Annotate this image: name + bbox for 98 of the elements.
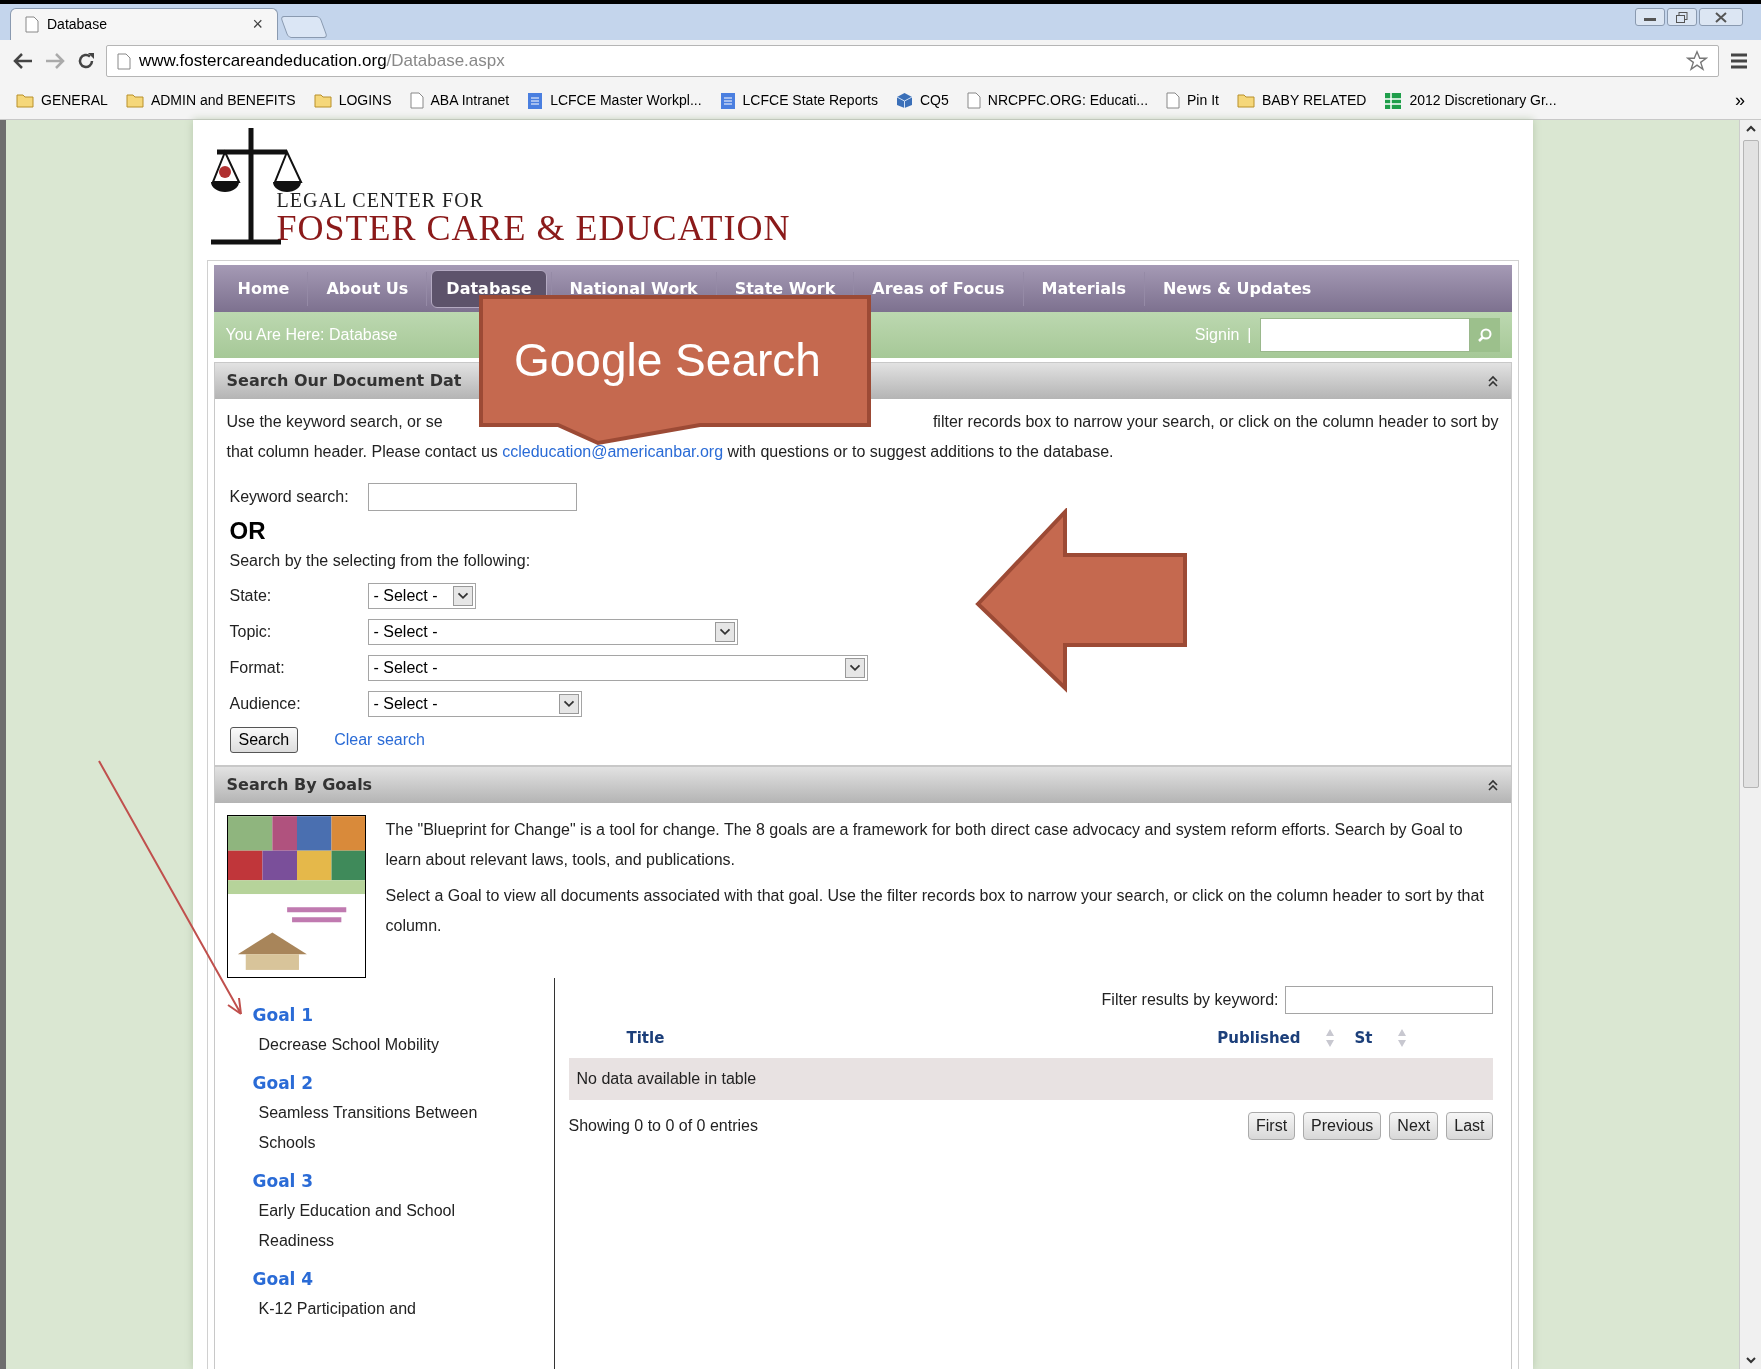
close-tab-button[interactable]: ×: [252, 11, 263, 38]
empty-table-text: No data available in table: [576, 1069, 757, 1089]
page-icon: [25, 16, 39, 33]
page-icon: [1166, 92, 1181, 109]
browser-tab[interactable]: Database ×: [10, 8, 278, 40]
document-icon: [527, 91, 544, 110]
reload-icon[interactable]: [76, 51, 96, 71]
bookmark[interactable]: LCFCE State Reports: [719, 90, 878, 111]
goal-link[interactable]: Goal 1: [252, 1000, 554, 1030]
bookmark[interactable]: ADMIN and BENEFITS: [125, 90, 296, 111]
goal-link[interactable]: Goal 3: [252, 1166, 554, 1196]
field-label: Topic:: [229, 622, 273, 642]
folder-icon: [16, 93, 34, 108]
field-label: Format:: [229, 658, 286, 678]
column-header[interactable]: Published: [1217, 1026, 1301, 1050]
contact-text: that column header. Please contact us ccleducation@americanbar.org with questions or to suggest additions to the database.: [226, 442, 1115, 462]
table-info-text: Showing 0 to 0 of 0 entries: [568, 1116, 758, 1136]
description-text: Select a Goal to view all documents associated with that goal. Use the filter records box to narrow your search, or click on the column header to sort by that column.: [385, 886, 1485, 936]
column-header[interactable]: Title: [626, 1026, 665, 1050]
dropdown[interactable]: - Select -: [367, 619, 738, 645]
separator-text: |: [1247, 325, 1252, 345]
dropdown[interactable]: - Select -: [367, 583, 476, 609]
collapse-icon[interactable]: [1486, 374, 1499, 388]
intro-text: Use the keyword search, or se: [226, 412, 443, 432]
nav-tab[interactable]: About Us: [312, 269, 423, 308]
logo-subtitle: LEGAL CENTER FOR: [276, 190, 485, 210]
collapse-icon[interactable]: [1486, 778, 1499, 792]
section-title: Search By Goals: [226, 774, 373, 796]
breadcrumb-text: You Are Here: Database: [225, 325, 398, 345]
close-icon: [1715, 11, 1727, 23]
goal-description: Decrease School Mobility: [258, 1035, 441, 1055]
goal-link[interactable]: Goal 4: [252, 1264, 554, 1294]
folder-icon: [125, 93, 144, 108]
bookmark[interactable]: LCFCE Master Workpl...: [527, 90, 702, 111]
nav-tab[interactable]: News & Updates: [1148, 269, 1326, 308]
filter-field[interactable]: [1284, 986, 1493, 1014]
field-label: Audience:: [229, 694, 302, 714]
folder-icon: [313, 93, 332, 108]
document-icon: [719, 91, 736, 110]
tab-title: Database: [47, 15, 108, 34]
star-icon[interactable]: [1686, 50, 1708, 72]
column-header[interactable]: St: [1354, 1026, 1373, 1050]
callout-text: Google Search: [514, 334, 821, 386]
search-button[interactable]: Search: [229, 727, 299, 753]
bookmark[interactable]: CQ5: [895, 90, 949, 111]
folder-icon: [1236, 93, 1255, 108]
chevron-down-icon[interactable]: [452, 586, 473, 606]
close-window-button[interactable]: [1699, 8, 1743, 26]
goal-link[interactable]: Goal 2: [252, 1068, 554, 1098]
scrollbar[interactable]: [1739, 120, 1761, 1369]
cube-icon: [895, 92, 913, 109]
pager-button[interactable]: Next: [1389, 1112, 1439, 1140]
site-search-field[interactable]: [1259, 318, 1470, 352]
pager-button[interactable]: Last: [1446, 1112, 1493, 1140]
clear-search-link[interactable]: Clear search: [334, 728, 425, 752]
page-icon: [966, 92, 981, 109]
search-icon: [1476, 327, 1493, 343]
chevron-down-icon[interactable]: [558, 694, 579, 714]
site-logo[interactable]: LEGAL CENTER FOR FOSTER CARE & EDUCATION: [192, 120, 1533, 260]
bookmark[interactable]: BABY RELATED: [1236, 90, 1367, 111]
goal-description: Seamless Transitions Between Schools: [258, 1103, 479, 1153]
page-icon: [117, 52, 131, 70]
goal-description: Early Education and School Readiness: [258, 1201, 457, 1251]
bookmark[interactable]: LOGINS: [313, 90, 392, 111]
minimize-button[interactable]: [1635, 8, 1665, 26]
bookmark[interactable]: Pin It: [1166, 90, 1219, 111]
bookmark[interactable]: NRCPFC.ORG: Educati...: [966, 90, 1149, 111]
more-bookmarks-button[interactable]: »: [1735, 87, 1745, 114]
restore-icon: [1676, 11, 1688, 23]
keyword-label: Keyword search:: [229, 487, 350, 507]
chevron-down-icon[interactable]: [714, 622, 735, 642]
back-icon[interactable]: [12, 52, 34, 70]
dropdown[interactable]: - Select -: [367, 655, 868, 681]
url-text: www.fostercareandeducation.org/Database.aspx: [139, 50, 505, 73]
chevron-down-icon[interactable]: [844, 658, 865, 678]
pager-button[interactable]: Previous: [1303, 1112, 1382, 1140]
bookmark[interactable]: ABA Intranet: [409, 90, 510, 111]
address-bar[interactable]: www.fostercareandeducation.org/Database.aspx: [106, 45, 1719, 77]
section-title: Search Our Document Dat: [226, 370, 462, 392]
intro-text: filter records box to narrow your search, or click on the column header to sort by: [932, 412, 1499, 432]
keyword-field[interactable]: [367, 483, 577, 511]
instruction-text: Search by the selecting from the following:: [228, 551, 532, 571]
description-text: The "Blueprint for Change" is a tool for change. The 8 goals are a framework for both direct case advocacy and system reform efforts. Search by Goal to learn about relevant laws, tools, and publications.: [385, 820, 1464, 870]
minimize-icon: [1644, 18, 1656, 21]
field-label: State:: [229, 586, 273, 606]
pager-button[interactable]: First: [1248, 1112, 1296, 1140]
restore-button[interactable]: [1667, 8, 1697, 26]
bookmark[interactable]: 2012 Discretionary Gr...: [1384, 90, 1557, 111]
spreadsheet-icon: [1384, 91, 1403, 110]
or-heading: OR: [228, 516, 267, 546]
menu-icon[interactable]: [1729, 52, 1749, 70]
page-icon: [409, 92, 424, 109]
bookmark[interactable]: GENERAL: [16, 90, 108, 111]
filter-label: Filter results by keyword:: [1101, 990, 1279, 1010]
goal-description: K-12 Participation and: [258, 1299, 417, 1319]
email-link[interactable]: ccleducation@americanbar.org: [502, 443, 724, 460]
dropdown[interactable]: - Select -: [367, 691, 582, 717]
logo-title: FOSTER CARE & EDUCATION: [276, 210, 791, 246]
